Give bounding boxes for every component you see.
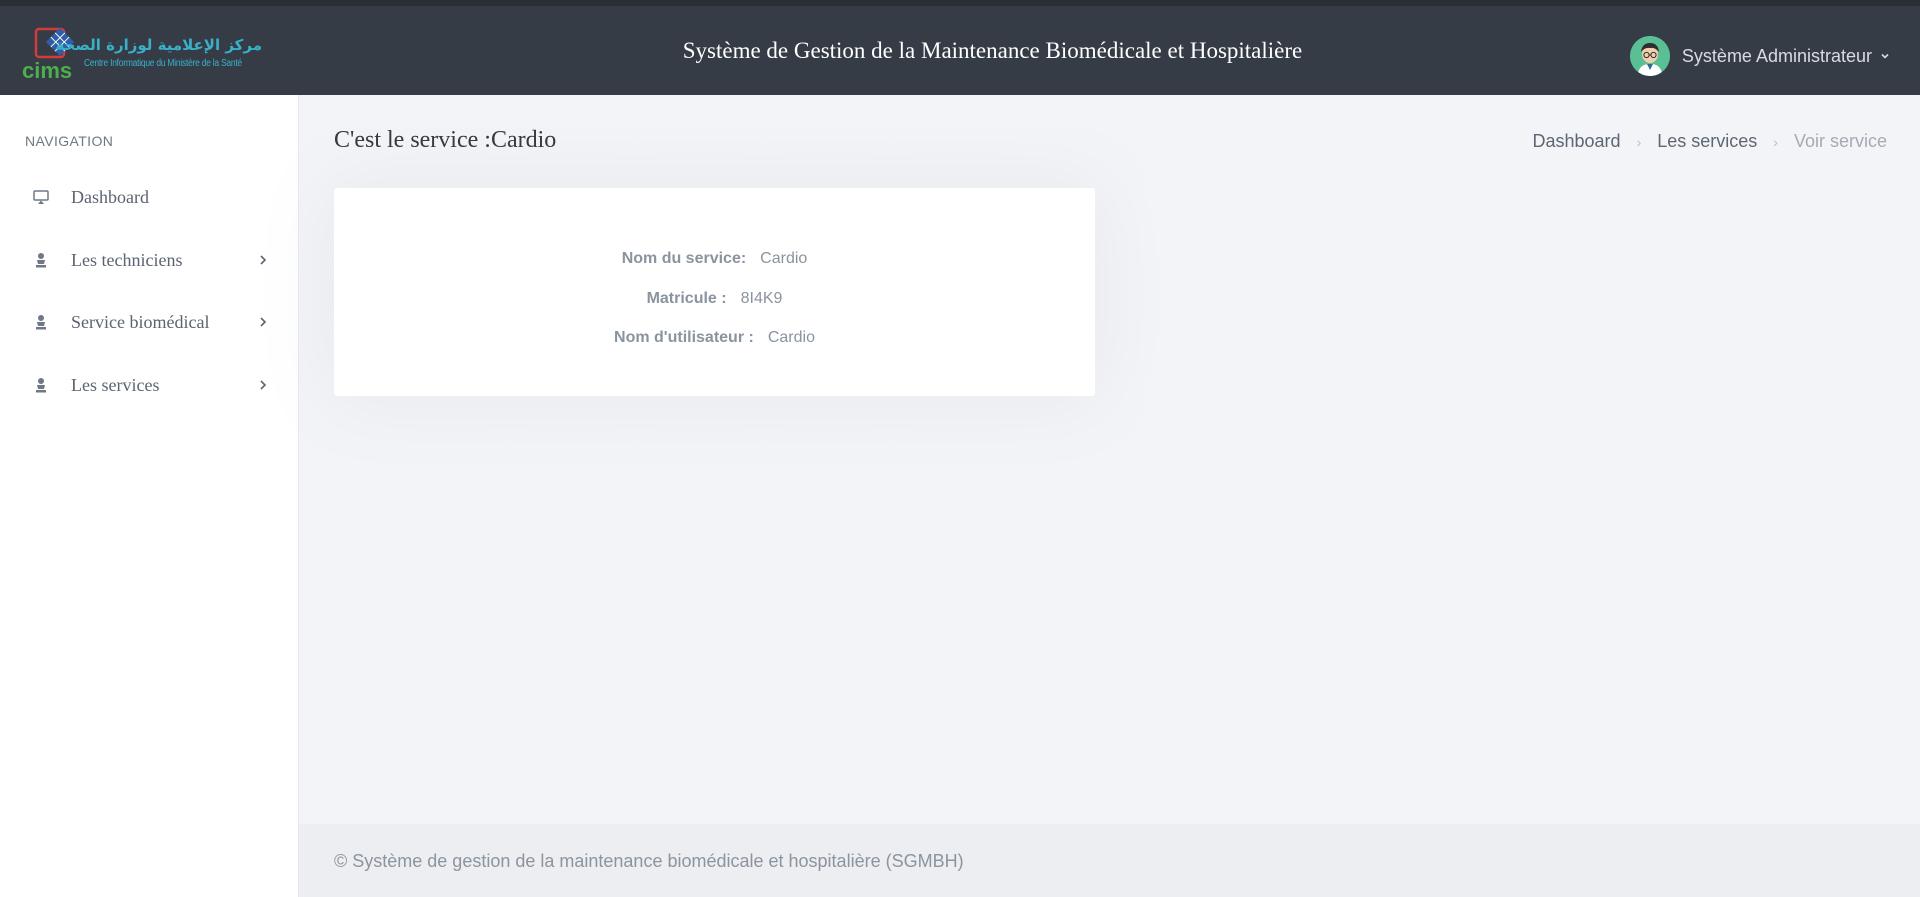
person-icon (36, 378, 46, 393)
sidebar-item-label: Les techniciens (71, 249, 183, 270)
detail-value: 8I4K9 (740, 290, 783, 307)
top-header: cims مركز الإعلامية لوزارة الصحة Centre … (0, 0, 1920, 95)
breadcrumb-dashboard[interactable]: Dashboard (1533, 131, 1621, 152)
detail-value: Cardio (760, 250, 808, 267)
footer-text: © Système de gestion de la maintenance b… (334, 851, 964, 871)
sidebar-item-dashboard[interactable]: Dashboard (0, 175, 298, 219)
sidebar-item-label: Dashboard (71, 186, 149, 207)
detail-label: Nom du service: (621, 250, 747, 267)
service-details-card: Nom du service: Cardio Matricule : 8I4K9 N… (334, 188, 1095, 396)
breadcrumb-les-services[interactable]: Les services (1657, 131, 1757, 152)
person-icon (36, 315, 46, 330)
detail-row-matricule: Matricule : 8I4K9 (334, 290, 1095, 308)
breadcrumb-voir-service: Voir service (1793, 131, 1887, 151)
person-icon (36, 253, 46, 268)
page-title: C'est le service :Cardio (334, 127, 557, 153)
detail-label: Nom d'utilisateur : (614, 329, 754, 346)
chevron-right-icon (260, 380, 267, 390)
user-name: Système Administrateur (1681, 45, 1872, 66)
sidebar-item-label: Service biomédical (71, 311, 210, 332)
sidebar-item-service-biomedical[interactable]: Service biomédical (0, 300, 298, 344)
chevron-right-icon (260, 255, 267, 265)
detail-label: Matricule : (646, 290, 727, 307)
chevron-right-icon (260, 317, 267, 327)
detail-value: Cardio (767, 329, 815, 346)
footer: © Système de gestion de la maintenance b… (299, 824, 1920, 897)
breadcrumb-separator-icon: › (1773, 133, 1778, 150)
monitor-icon (33, 190, 49, 204)
sidebar-item-les-services[interactable]: Les services (0, 363, 298, 407)
sidebar: NAVIGATION Dashboard Les techniciens Ser… (0, 95, 299, 897)
breadcrumb: Dashboard › Les services › Voir service (1533, 131, 1888, 152)
user-menu[interactable]: Système Administrateur (1629, 33, 1890, 79)
chevron-down-icon (1881, 53, 1889, 59)
nav-heading: NAVIGATION (25, 133, 114, 149)
breadcrumb-separator-icon: › (1636, 133, 1642, 150)
sidebar-item-label: Les services (71, 374, 160, 395)
detail-row-nom-utilisateur: Nom d'utilisateur : Cardio (334, 329, 1095, 347)
sidebar-item-les-techniciens[interactable]: Les techniciens (0, 238, 298, 282)
detail-row-nom-du-service: Nom du service: Cardio (334, 250, 1095, 268)
user-avatar-icon (1629, 36, 1670, 76)
